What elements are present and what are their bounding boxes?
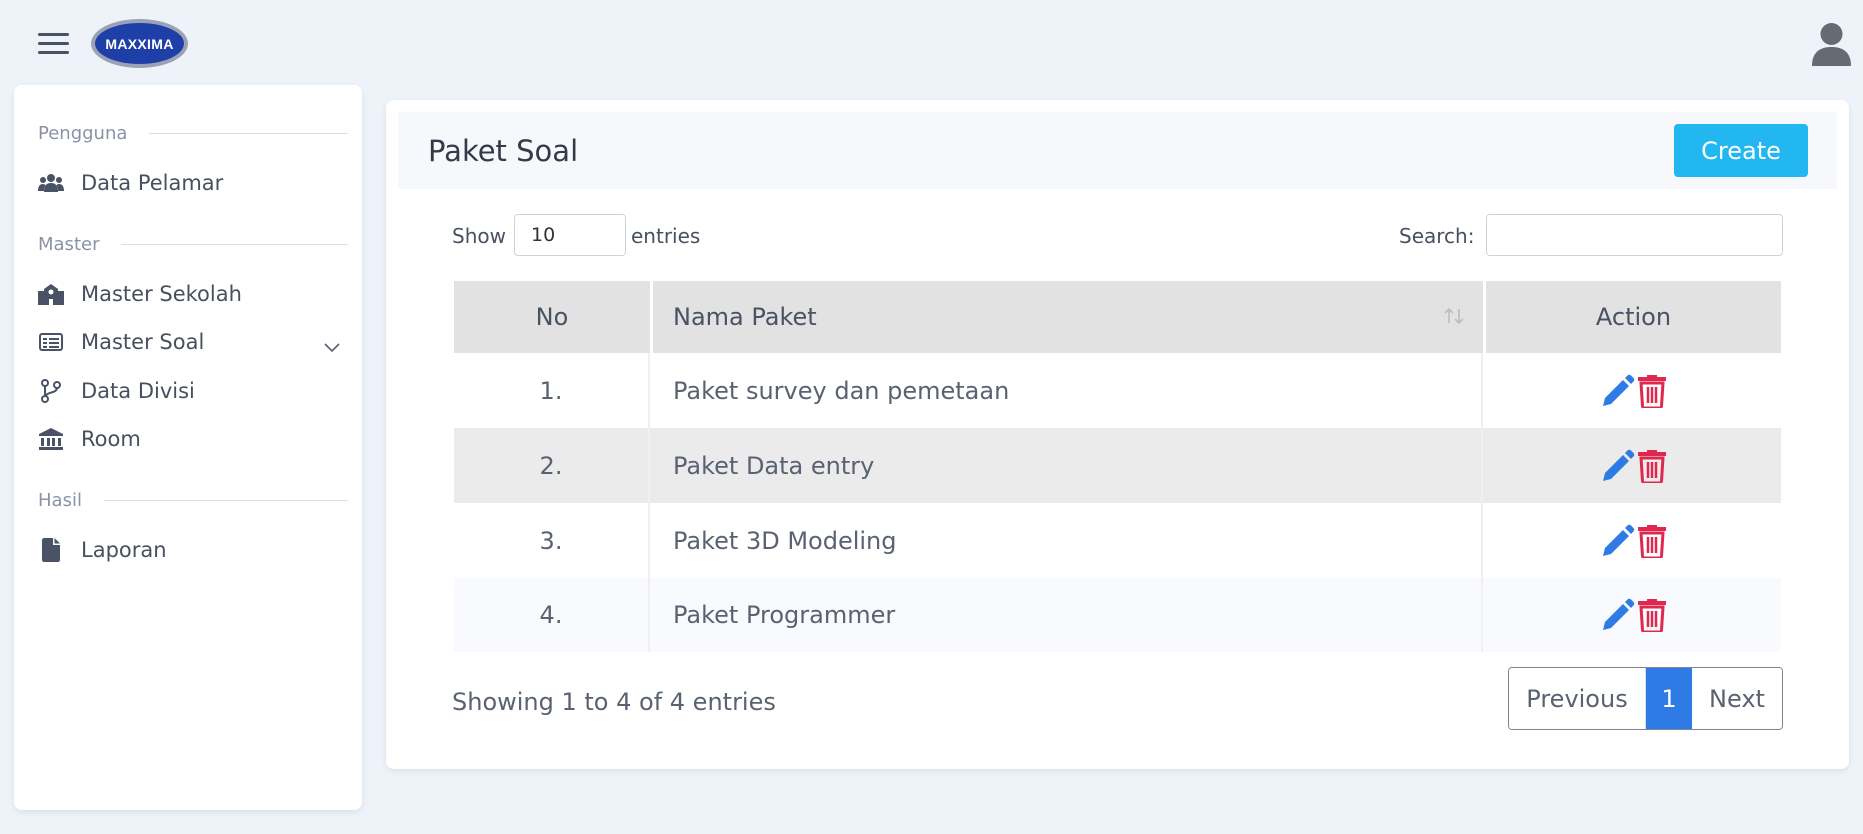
- next-page-button[interactable]: Next: [1692, 668, 1782, 729]
- edit-pencil-icon[interactable]: [1601, 598, 1635, 632]
- row-actions: [1486, 353, 1781, 428]
- search-input[interactable]: [1486, 214, 1783, 256]
- column-header-nama-paket[interactable]: Nama Paket: [653, 281, 1483, 353]
- row-nama-paket: Paket survey dan pemetaan: [653, 353, 1483, 428]
- users-icon: [38, 171, 64, 195]
- branch-icon: [38, 379, 64, 403]
- table-info: Showing 1 to 4 of 4 entries: [452, 688, 776, 716]
- show-label: Show: [452, 224, 506, 248]
- sidebar-item-label: Room: [81, 427, 141, 451]
- row-number: 3.: [454, 503, 650, 578]
- column-header-no[interactable]: No: [454, 281, 650, 353]
- sidebar-item-master-soal[interactable]: Master Soal: [38, 322, 358, 362]
- row-actions: [1486, 428, 1781, 503]
- sidebar-item-label: Data Pelamar: [81, 171, 224, 195]
- delete-trash-icon[interactable]: [1637, 374, 1667, 408]
- pagination: Previous 1 Next: [1508, 667, 1783, 730]
- sidebar-item-data-divisi[interactable]: Data Divisi: [38, 371, 358, 411]
- column-header-action: Action: [1486, 281, 1781, 353]
- row-actions: [1486, 578, 1781, 652]
- chevron-down-icon[interactable]: [324, 334, 340, 358]
- row-nama-paket: Paket Data entry: [653, 428, 1483, 503]
- column-header-label: Nama Paket: [673, 303, 817, 331]
- table-header-row: No Nama Paket Action: [454, 281, 1781, 353]
- user-avatar-icon[interactable]: [1810, 22, 1853, 66]
- sidebar-section-master: Master: [38, 234, 348, 255]
- list-icon: [38, 330, 64, 354]
- previous-page-button[interactable]: Previous: [1509, 668, 1646, 729]
- edit-pencil-icon[interactable]: [1601, 449, 1635, 483]
- sidebar-item-data-pelamar[interactable]: Data Pelamar: [38, 163, 358, 203]
- sidebar-item-label: Master Soal: [81, 330, 205, 354]
- page-title: Paket Soal: [428, 134, 579, 168]
- sidebar: Pengguna Data Pelamar Master Master Seko…: [14, 85, 362, 810]
- school-icon: [38, 282, 64, 306]
- paket-soal-card: Paket Soal Create Show entries Search: N…: [386, 100, 1849, 769]
- sidebar-section-hasil: Hasil: [38, 490, 348, 511]
- sidebar-item-label: Data Divisi: [81, 379, 195, 403]
- row-actions: [1486, 503, 1781, 578]
- delete-trash-icon[interactable]: [1637, 598, 1667, 632]
- delete-trash-icon[interactable]: [1637, 524, 1667, 558]
- menu-toggle-icon[interactable]: [38, 33, 69, 55]
- maxxima-logo[interactable]: MAXXIMA: [91, 19, 188, 68]
- sidebar-item-laporan[interactable]: Laporan: [38, 530, 358, 570]
- sort-icon: [1443, 303, 1465, 331]
- row-nama-paket: Paket Programmer: [653, 578, 1483, 652]
- row-number: 2.: [454, 428, 650, 503]
- table-row: 3. Paket 3D Modeling: [454, 503, 1781, 578]
- current-page-button[interactable]: 1: [1646, 668, 1692, 729]
- file-icon: [38, 538, 64, 562]
- sidebar-section-pengguna: Pengguna: [38, 123, 348, 144]
- row-nama-paket: Paket 3D Modeling: [653, 503, 1483, 578]
- edit-pencil-icon[interactable]: [1601, 524, 1635, 558]
- table-row: 1. Paket survey dan pemetaan: [454, 353, 1781, 428]
- table-row: 4. Paket Programmer: [454, 578, 1781, 652]
- card-header: Paket Soal Create: [398, 112, 1837, 189]
- search-label: Search:: [1399, 224, 1475, 248]
- entries-label: entries: [631, 224, 701, 248]
- row-number: 1.: [454, 353, 650, 428]
- create-button[interactable]: Create: [1674, 124, 1808, 177]
- entries-length-select[interactable]: [514, 214, 626, 256]
- building-icon: [38, 427, 64, 451]
- edit-pencil-icon[interactable]: [1601, 374, 1635, 408]
- row-number: 4.: [454, 578, 650, 652]
- sidebar-item-room[interactable]: Room: [38, 419, 358, 459]
- sidebar-item-master-sekolah[interactable]: Master Sekolah: [38, 274, 358, 314]
- table-row: 2. Paket Data entry: [454, 428, 1781, 503]
- sidebar-item-label: Master Sekolah: [81, 282, 242, 306]
- delete-trash-icon[interactable]: [1637, 449, 1667, 483]
- sidebar-item-label: Laporan: [81, 538, 167, 562]
